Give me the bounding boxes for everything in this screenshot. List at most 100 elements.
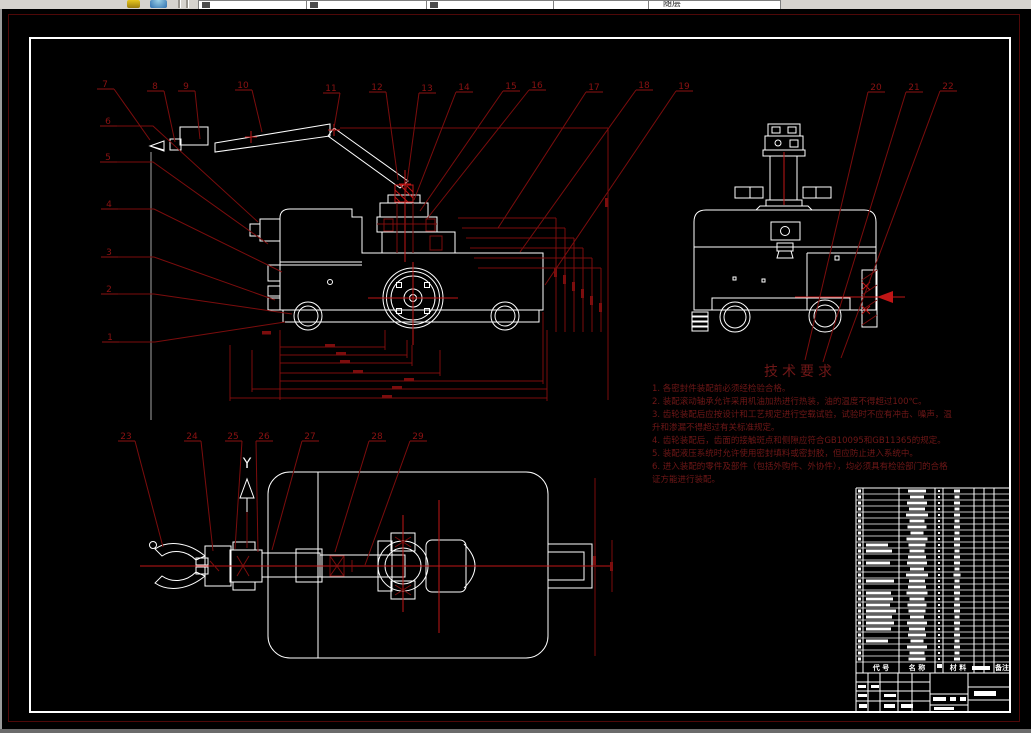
balloon-17: 17 bbox=[497, 83, 603, 229]
leader-line bbox=[134, 440, 164, 548]
bom-row bbox=[858, 573, 961, 577]
bom-row bbox=[858, 567, 960, 571]
leader-line bbox=[425, 89, 530, 221]
balloon-23: 23 bbox=[118, 432, 164, 548]
balloon-29: 29 bbox=[364, 432, 427, 566]
layer-dropdown[interactable] bbox=[198, 0, 318, 9]
leader-line bbox=[118, 208, 283, 273]
bom-header-material: 材 料 bbox=[949, 663, 966, 672]
leader-line bbox=[251, 89, 263, 133]
bom-row bbox=[858, 549, 960, 553]
tech-requirement-line: 4. 齿轮装配后，齿面的接触斑点和侧隙应符合GB10095和GB11365的规定… bbox=[652, 435, 946, 446]
balloon-24: 24 bbox=[184, 432, 214, 552]
bom-row bbox=[858, 633, 960, 637]
bom-row bbox=[858, 543, 960, 547]
bom-row bbox=[858, 501, 960, 505]
balloon-13: 13 bbox=[405, 84, 436, 191]
bom-row bbox=[858, 519, 960, 523]
bom-row bbox=[858, 531, 960, 535]
bom-header-code: 代 号 bbox=[872, 663, 889, 672]
leader-line bbox=[194, 90, 201, 140]
leader-line bbox=[804, 91, 869, 361]
leader-line bbox=[840, 90, 941, 359]
bom-row bbox=[858, 495, 960, 499]
model-space-canvas[interactable]: Y 技术要求 1. 各密封件装配前必须经检验合格。 2. 装配滚动轴承允许采用机油… bbox=[0, 9, 1031, 733]
balloon-21: 21 bbox=[822, 83, 923, 363]
view-rear-red-details bbox=[783, 152, 905, 326]
bom-row bbox=[858, 639, 960, 643]
view-side bbox=[148, 123, 544, 420]
toolbar-separator bbox=[178, 0, 181, 8]
balloon-1: 1 bbox=[102, 321, 286, 343]
bom-row bbox=[858, 585, 960, 589]
linetype-dropdown[interactable] bbox=[553, 0, 649, 9]
lineweight-value: 随层 bbox=[663, 0, 682, 9]
balloon-20: 20 bbox=[804, 83, 885, 361]
balloon-28: 28 bbox=[334, 432, 386, 553]
tech-requirements: 技术要求 1. 各密封件装配前必须经检验合格。 2. 装配滚动轴承允许采用机油加热… bbox=[652, 364, 952, 485]
leader-line bbox=[200, 440, 214, 552]
view-plan bbox=[149, 471, 593, 659]
tech-requirements-title: 技术要求 bbox=[764, 364, 836, 380]
leader-line bbox=[334, 440, 370, 553]
tech-requirement-line: 3. 齿轮装配后应按设计和工艺规定进行空载试验，试验时不应有冲击、噪声，温 bbox=[652, 409, 952, 420]
balloon-22: 22 bbox=[840, 82, 957, 359]
bom-row bbox=[858, 621, 960, 625]
bom-table bbox=[855, 487, 1010, 712]
bom-row bbox=[858, 579, 960, 583]
title-block bbox=[856, 673, 1010, 712]
leader-line bbox=[117, 125, 259, 223]
bom-row bbox=[858, 555, 960, 559]
leader-line bbox=[519, 89, 637, 253]
bom-header-name: 名 称 bbox=[909, 663, 925, 672]
color-dropdown[interactable] bbox=[426, 0, 559, 9]
bom-row bbox=[858, 657, 960, 661]
tech-requirement-line: 5. 装配液压系统时允许使用密封填料或密封胶，但应防止进入系统中。 bbox=[652, 448, 918, 459]
bom-row bbox=[858, 507, 960, 511]
leader-line bbox=[413, 91, 457, 201]
balloon-27: 27 bbox=[271, 432, 319, 551]
bom-row bbox=[858, 609, 960, 613]
view-plan-red-details bbox=[140, 478, 613, 656]
tech-requirement-line: 证方能进行装配。 bbox=[652, 474, 720, 485]
axis-label-y: Y bbox=[242, 456, 252, 472]
cad-application-window: 随层 Y 技术要求 1. 各密封件装配前必须经检验合格。 2. 装配滚动轴承允许… bbox=[0, 0, 1031, 733]
layer-state-dropdown[interactable] bbox=[306, 0, 438, 9]
bom-row bbox=[858, 603, 960, 607]
lineweight-dropdown[interactable]: 随层 bbox=[648, 0, 781, 9]
window-bottom-border bbox=[0, 729, 1031, 733]
leader-line bbox=[163, 90, 176, 143]
bom-row bbox=[858, 597, 960, 601]
balloon-6: 6 bbox=[100, 117, 259, 223]
bom-row bbox=[858, 537, 960, 541]
balloon-16: 16 bbox=[425, 81, 546, 221]
toolbar-icon-help[interactable] bbox=[150, 0, 167, 8]
balloon-9: 9 bbox=[178, 82, 201, 140]
bom-row bbox=[858, 525, 960, 529]
balloon-25: 25 bbox=[225, 432, 243, 550]
leader-line bbox=[119, 321, 286, 343]
bom-row bbox=[858, 651, 960, 655]
toolbar-icon-plot[interactable] bbox=[127, 0, 140, 8]
balloon-2: 2 bbox=[101, 285, 293, 315]
balloon-11: 11 bbox=[323, 84, 341, 129]
balloon-7: 7 bbox=[97, 80, 151, 141]
paper-boundary bbox=[8, 14, 1020, 722]
leader-line bbox=[271, 440, 303, 551]
window-left-border bbox=[0, 9, 2, 729]
tech-requirement-line: 升和渗漏不得超过有关标准规定。 bbox=[652, 422, 780, 433]
tech-requirement-line: 2. 装配滚动轴承允许采用机油加热进行热装，油的温度不得超过100℃。 bbox=[652, 396, 927, 407]
leader-line bbox=[544, 90, 677, 286]
leader-line bbox=[405, 92, 420, 191]
layer-icon bbox=[202, 2, 210, 8]
bom-header: 代 号 名 称 材 料 备注 bbox=[872, 663, 1009, 672]
bom-row bbox=[858, 489, 960, 493]
color-swatch-icon bbox=[430, 2, 438, 8]
balloon-14: 14 bbox=[413, 83, 473, 201]
bom-row bbox=[858, 513, 960, 517]
layer-state-icon bbox=[310, 2, 318, 8]
bom-row bbox=[858, 591, 960, 595]
tech-requirement-line: 1. 各密封件装配前必须经检验合格。 bbox=[652, 383, 790, 394]
leader-line bbox=[419, 90, 504, 212]
balloon-10: 10 bbox=[235, 81, 263, 133]
